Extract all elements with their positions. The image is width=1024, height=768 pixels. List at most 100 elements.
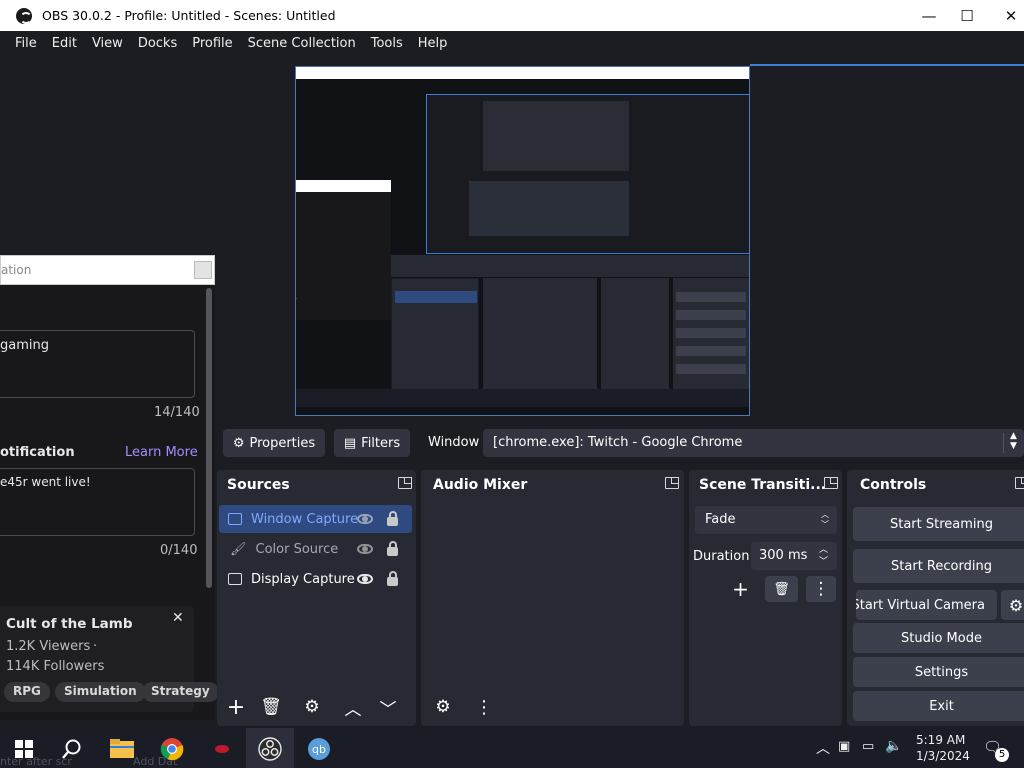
file-explorer-icon[interactable]	[110, 736, 134, 762]
filters-button[interactable]: ▤ Filters	[334, 429, 410, 457]
tag-simulation[interactable]: Simulation	[55, 682, 146, 702]
visibility-off-icon[interactable]	[357, 544, 373, 554]
clock-date[interactable]: 1/3/2024	[916, 749, 970, 763]
notification-count: 0/140	[160, 543, 198, 558]
tray-network-icon[interactable]: ▣	[838, 739, 850, 754]
tag-strategy[interactable]: Strategy	[142, 682, 219, 702]
source-label: Display Capture	[251, 571, 355, 587]
source-row-display-capture[interactable]: Display Capture	[219, 565, 412, 593]
nested-button-3	[676, 328, 746, 338]
properties-label: Properties	[249, 435, 316, 451]
updown-chevron-icon: ▲ ▼	[1010, 431, 1017, 451]
gear-icon[interactable]: ⚙	[297, 694, 327, 720]
undock-icon[interactable]	[824, 477, 838, 489]
add-transition-icon[interactable]: +	[724, 576, 757, 602]
tray-chevron-up-icon[interactable]: ︿	[816, 738, 830, 758]
duration-spinbox[interactable]: 300 ms ︿ ﹀	[751, 542, 837, 570]
chrome-icon[interactable]	[160, 736, 184, 762]
category-followers: 114K Followers	[6, 659, 105, 674]
start-virtual-camera-button[interactable]: Start Virtual Camera	[856, 590, 997, 620]
recording-app-icon[interactable]	[210, 736, 234, 762]
learn-more-link[interactable]: Learn More	[125, 445, 198, 460]
search-icon[interactable]	[60, 736, 84, 762]
background-window-title: ation	[1, 263, 32, 277]
visibility-on-icon[interactable]	[357, 574, 373, 584]
window-select-value: [chrome.exe]: Twitch - Google Chrome	[493, 435, 743, 450]
move-up-icon[interactable]: ︿	[338, 694, 368, 720]
nested-audio-dock	[483, 278, 597, 390]
menu-view[interactable]: View	[92, 36, 123, 51]
visibility-off-icon[interactable]	[357, 514, 373, 524]
transition-select[interactable]: Fade ︿ ﹀	[695, 506, 837, 534]
nested-inner-window	[483, 101, 629, 171]
lock-icon[interactable]	[387, 571, 398, 586]
notification-value: e45r went live!	[0, 475, 91, 489]
scene-transitions-title: Scene Transiti...	[699, 477, 827, 493]
filters-label: Filters	[361, 435, 401, 451]
start-streaming-button[interactable]: Start Streaming	[853, 507, 1024, 541]
start-recording-button[interactable]: Start Recording	[853, 549, 1024, 583]
tray-display-icon[interactable]: ▭	[862, 739, 874, 754]
source-row-color-source[interactable]: 🖌 Color Source	[219, 535, 412, 563]
properties-button[interactable]: ⚙ Properties	[223, 429, 325, 457]
audio-mixer-dock: Audio Mixer	[421, 470, 684, 726]
windows-start-icon[interactable]	[14, 736, 34, 762]
trash-icon[interactable]: 🗑	[256, 694, 286, 720]
tray-volume-muted-icon[interactable]: 🔈	[885, 738, 902, 754]
studio-mode-button[interactable]: Studio Mode	[853, 623, 1024, 653]
window-label: Window	[428, 435, 480, 450]
close-button[interactable]: ✕	[988, 0, 1024, 31]
advanced-audio-gear-icon[interactable]: ⚙	[428, 694, 458, 720]
tag-rpg[interactable]: RPG	[4, 682, 50, 702]
preview-canvas[interactable]	[295, 66, 750, 416]
background-window-scrollbar[interactable]	[206, 288, 212, 588]
window-icon	[228, 513, 242, 525]
category-close-icon[interactable]: ✕	[172, 610, 184, 626]
category-dot: ·	[93, 639, 98, 654]
menu-edit[interactable]: Edit	[52, 36, 77, 51]
maximize-button[interactable]: ☐	[944, 0, 990, 31]
add-source-icon[interactable]: +	[221, 694, 251, 720]
menu-help[interactable]: Help	[418, 36, 448, 51]
obs-icon[interactable]	[257, 736, 283, 762]
menu-file[interactable]: File	[15, 36, 37, 51]
transition-value: Fade	[705, 512, 736, 527]
undock-icon[interactable]	[1015, 477, 1024, 489]
nested-source-toolbar	[391, 255, 749, 277]
lock-icon[interactable]	[387, 541, 398, 556]
trash-icon[interactable]: 🗑	[765, 576, 798, 602]
nested-taskbar	[296, 389, 749, 407]
nested-button-5	[676, 364, 746, 374]
lock-icon[interactable]	[387, 511, 398, 526]
kebab-menu-icon[interactable]: ⋮	[469, 694, 499, 720]
filter-icon: ▤	[343, 435, 357, 451]
menu-docks[interactable]: Docks	[138, 36, 177, 51]
source-row-window-capture[interactable]: Window Capture	[219, 505, 412, 533]
nested-button-2	[676, 310, 746, 320]
kebab-menu-icon[interactable]: ⋮	[806, 576, 836, 602]
select-divider	[1003, 433, 1004, 453]
nested-sources-dock	[391, 278, 479, 390]
exit-button[interactable]: Exit	[853, 691, 1024, 721]
undock-icon[interactable]	[398, 477, 412, 489]
menu-profile[interactable]: Profile	[192, 36, 232, 51]
undock-icon[interactable]	[665, 477, 679, 489]
controls-title: Controls	[860, 477, 927, 493]
background-window-titlebar: ation	[0, 255, 215, 285]
virtual-camera-gear-icon[interactable]: ⚙	[1001, 590, 1024, 620]
window-titlebar: OBS 30.0.2 - Profile: Untitled - Scenes:…	[0, 0, 1024, 31]
nested-controls-dock	[673, 278, 749, 390]
window-select[interactable]: [chrome.exe]: Twitch - Google Chrome ▲ ▼	[483, 429, 1024, 457]
background-window-maximize-button[interactable]	[194, 261, 212, 279]
settings-button[interactable]: Settings	[853, 657, 1024, 687]
clock-time[interactable]: 5:19 AM	[916, 733, 965, 747]
duration-label: Duration	[693, 549, 750, 564]
menu-scene-collection[interactable]: Scene Collection	[248, 36, 356, 51]
menu-tools[interactable]: Tools	[371, 36, 403, 51]
nested-button-1	[676, 292, 746, 302]
category-viewers: 1.2K Viewers	[6, 639, 91, 654]
qbittorrent-icon[interactable]: qb	[306, 736, 332, 762]
nested-selected-row	[395, 291, 477, 303]
brush-icon: 🖌	[230, 541, 247, 557]
move-down-icon[interactable]: ﹀	[373, 694, 403, 720]
